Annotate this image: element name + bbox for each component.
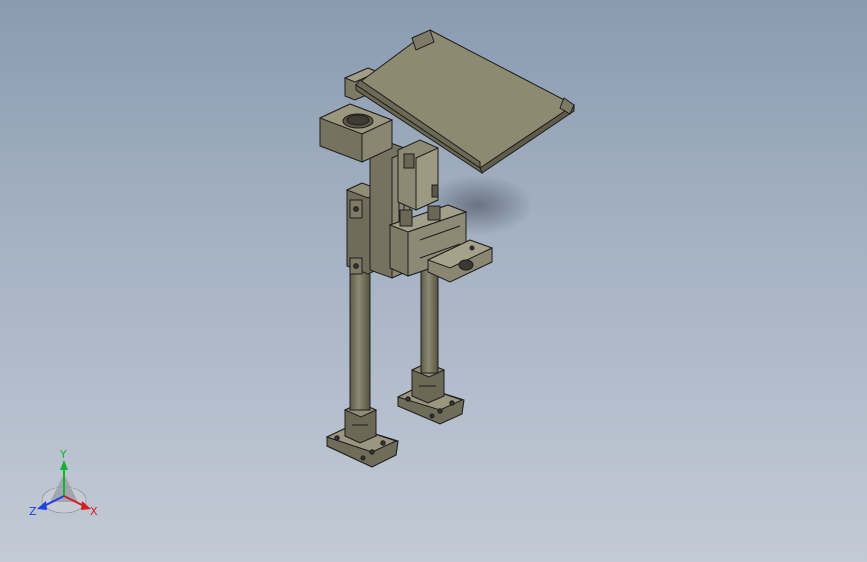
z-axis-label: Z [29, 505, 37, 518]
assembly-model[interactable] [0, 0, 867, 562]
axis-triad[interactable]: Y X Z [24, 448, 104, 528]
cad-viewport[interactable]: Y X Z [0, 0, 867, 562]
y-axis-arrow [60, 460, 68, 470]
linear-slide[interactable] [397, 139, 439, 211]
cup-holder[interactable] [318, 103, 394, 163]
x-axis-label: X [90, 505, 98, 518]
z-axis-arrow [37, 501, 47, 510]
y-axis-label: Y [59, 448, 67, 461]
